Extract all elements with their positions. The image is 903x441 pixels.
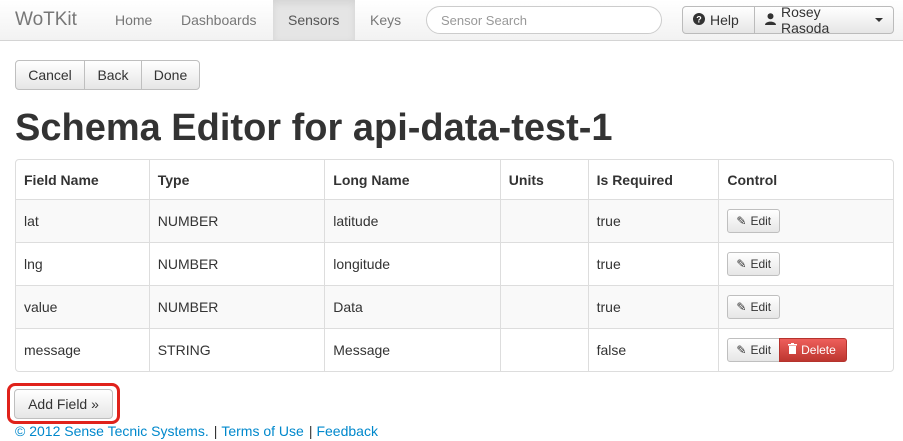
- cell-control: ✎ Edit: [718, 285, 893, 328]
- delete-label: Delete: [801, 343, 836, 357]
- question-circle-icon: ?: [693, 12, 705, 28]
- cell-long-name: longitude: [324, 242, 500, 285]
- cell-is-required: true: [587, 199, 719, 242]
- cell-field-name: message: [16, 328, 149, 371]
- cell-is-required: true: [587, 242, 719, 285]
- col-header-control: Control: [718, 160, 893, 199]
- edit-label: Edit: [750, 257, 772, 271]
- delete-button[interactable]: Delete: [779, 338, 847, 362]
- help-label: Help: [710, 12, 739, 28]
- terms-link[interactable]: Terms of Use: [221, 423, 303, 439]
- nav-sensors[interactable]: Sensors: [273, 0, 355, 40]
- edit-icon: ✎: [736, 343, 747, 357]
- cell-is-required: false: [587, 328, 719, 371]
- table-row: lng NUMBER longitude true ✎ Edit: [16, 242, 893, 285]
- trash-icon: [788, 343, 798, 357]
- cell-control: ✎ Edit: [718, 242, 893, 285]
- user-icon: [765, 12, 776, 28]
- cell-type: NUMBER: [148, 199, 325, 242]
- top-navbar: WoTKit Home Dashboards Sensors Keys ? He…: [0, 0, 903, 41]
- cell-type: NUMBER: [148, 285, 325, 328]
- cell-units: [499, 285, 588, 328]
- brand-logo[interactable]: WoTKit: [15, 9, 77, 31]
- col-header-long-name: Long Name: [324, 160, 500, 199]
- feedback-link[interactable]: Feedback: [316, 423, 377, 439]
- done-button[interactable]: Done: [141, 60, 200, 90]
- footer: © 2012 Sense Tecnic Systems. | Terms of Us…: [15, 423, 378, 439]
- cell-units: [499, 199, 588, 242]
- table-row: lat NUMBER latitude true ✎ Edit: [16, 199, 893, 242]
- cell-units: [499, 328, 588, 371]
- table-row: value NUMBER Data true ✎ Edit: [16, 285, 893, 328]
- footer-separator: |: [213, 423, 218, 439]
- col-header-is-required: Is Required: [587, 160, 719, 199]
- cell-field-name: value: [16, 285, 149, 328]
- add-field-button[interactable]: Add Field »: [14, 389, 113, 419]
- caret-down-icon: [875, 18, 883, 22]
- cell-long-name: Data: [324, 285, 500, 328]
- edit-icon: ✎: [736, 257, 747, 271]
- cell-type: STRING: [148, 328, 325, 371]
- col-header-units: Units: [499, 160, 588, 199]
- cell-long-name: latitude: [324, 199, 500, 242]
- cell-control: ✎ Edit: [718, 199, 893, 242]
- table-header-row: Field Name Type Long Name Units Is Requi…: [16, 160, 893, 199]
- page-title: Schema Editor for api-data-test-1: [15, 107, 613, 149]
- control-button-group: ✎ Edit Delete: [727, 338, 847, 362]
- user-name: Rosey Rasoda: [781, 4, 830, 36]
- cell-type: NUMBER: [148, 242, 325, 285]
- help-button[interactable]: ? Help: [682, 6, 755, 34]
- cell-is-required: true: [587, 285, 719, 328]
- footer-separator: |: [308, 423, 313, 439]
- nav-home[interactable]: Home: [100, 0, 167, 40]
- edit-label: Edit: [750, 343, 772, 357]
- edit-button[interactable]: ✎ Edit: [727, 338, 781, 362]
- edit-button[interactable]: ✎ Edit: [727, 209, 781, 233]
- nav-keys[interactable]: Keys: [355, 0, 416, 40]
- cell-control: ✎ Edit Delete: [718, 328, 893, 371]
- svg-text:?: ?: [696, 15, 702, 25]
- edit-button[interactable]: ✎ Edit: [727, 252, 781, 276]
- edit-button[interactable]: ✎ Edit: [727, 295, 781, 319]
- edit-label: Edit: [750, 214, 772, 228]
- edit-icon: ✎: [736, 214, 747, 228]
- sensor-search-input[interactable]: [426, 6, 662, 34]
- schema-table: Field Name Type Long Name Units Is Requi…: [15, 159, 894, 372]
- edit-label: Edit: [750, 300, 772, 314]
- col-header-field-name: Field Name: [24, 171, 99, 188]
- cancel-button[interactable]: Cancel: [15, 60, 85, 90]
- table-row: message STRING Message false ✎ Edit Delet…: [16, 328, 893, 371]
- col-header-type: Type: [148, 160, 325, 199]
- nav-dashboards[interactable]: Dashboards: [166, 0, 272, 40]
- cell-field-name: lat: [16, 199, 149, 242]
- copyright-link[interactable]: © 2012 Sense Tecnic Systems.: [15, 423, 209, 439]
- cell-long-name: Message: [324, 328, 500, 371]
- cell-units: [499, 242, 588, 285]
- back-button[interactable]: Back: [84, 60, 142, 90]
- edit-icon: ✎: [736, 300, 747, 314]
- user-menu-button[interactable]: Rosey Rasoda: [754, 4, 894, 36]
- cell-field-name: lng: [16, 242, 149, 285]
